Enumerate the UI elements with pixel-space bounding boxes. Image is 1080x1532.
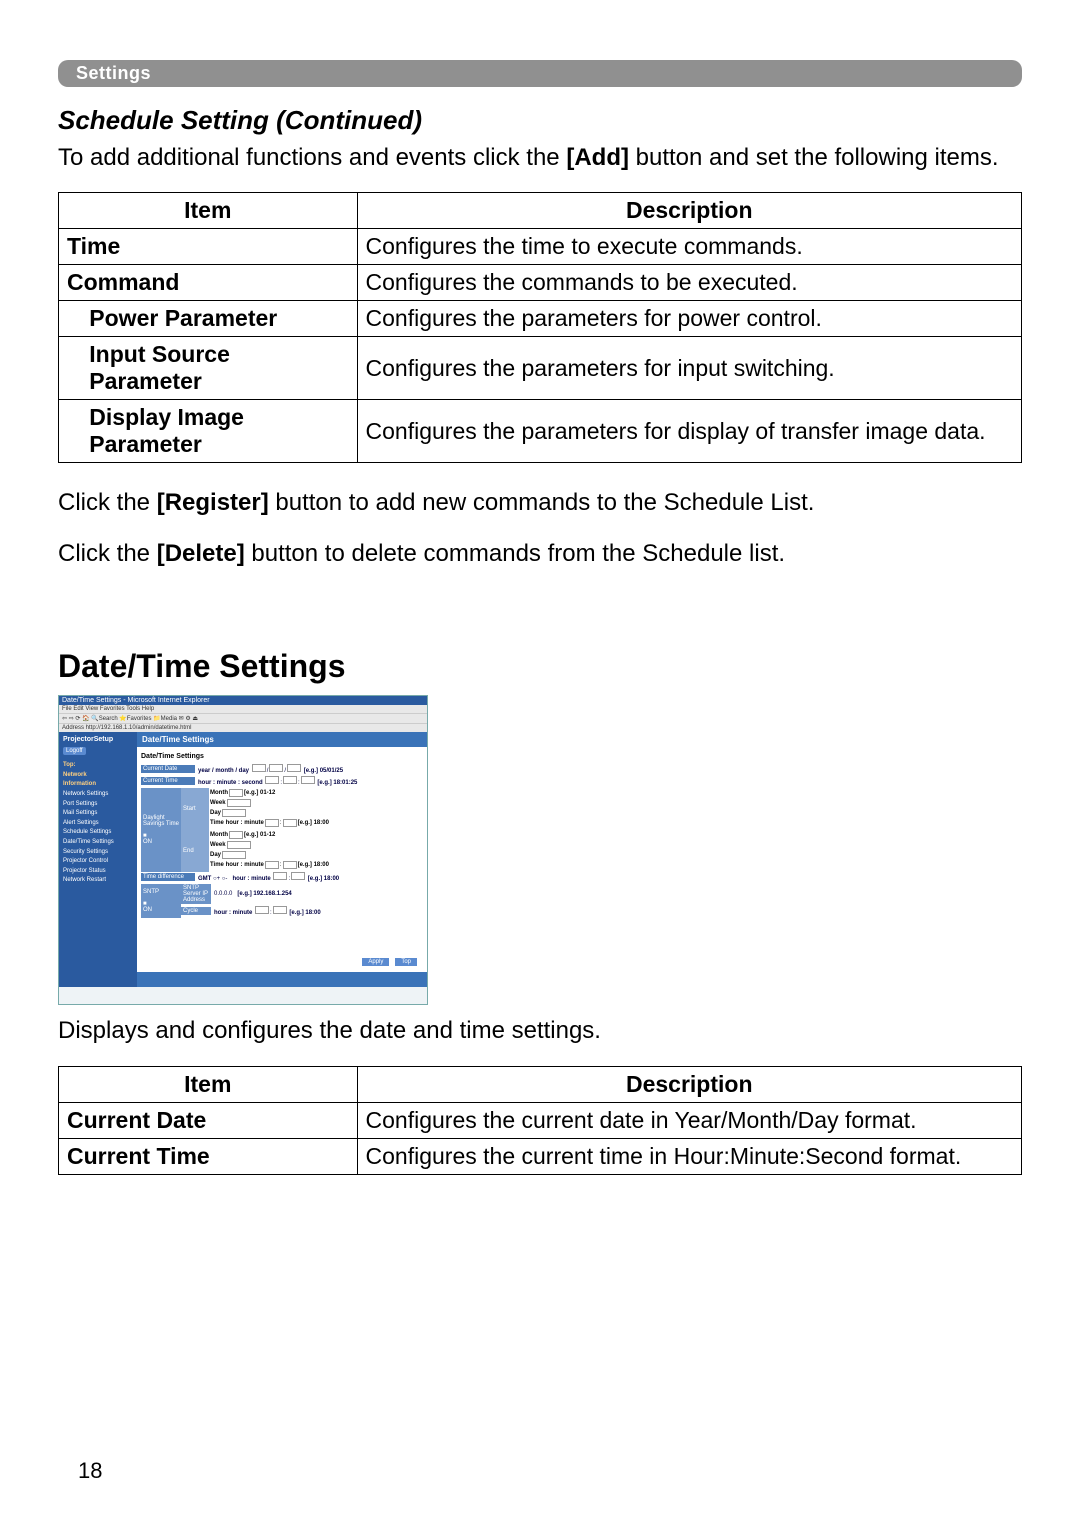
page-number: 18 <box>78 1458 102 1484</box>
ss-toolbar: ⇦ ⇨ ⟳ 🏠 🔍Search ⭐Favorites 📁Media ✉ ⚙ ⏏ <box>59 713 427 723</box>
th-item: Item <box>59 193 358 229</box>
section-title: Date/Time Settings <box>58 648 1022 685</box>
ss-menu: File Edit View Favorites Tools Help <box>59 705 427 713</box>
ss-window-title: Date/Time Settings - Microsoft Internet … <box>59 696 427 705</box>
th-desc: Description <box>357 193 1021 229</box>
th-desc2: Description <box>357 1066 1021 1102</box>
table-row: Input Source Parameter Configures the pa… <box>59 337 1022 400</box>
table-row: Power Parameter Configures the parameter… <box>59 301 1022 337</box>
apply-button[interactable]: Apply <box>362 958 389 966</box>
table-row: Current Date Configures the current date… <box>59 1102 1022 1138</box>
table-row: Command Configures the commands to be ex… <box>59 265 1022 301</box>
ss-main: Date/Time Settings Date/Time Settings Cu… <box>137 732 427 987</box>
breadcrumb-text: Settings <box>76 63 151 83</box>
post-image-text: Displays and configures the date and tim… <box>58 1015 1022 1047</box>
schedule-table: Item Description Time Configures the tim… <box>58 192 1022 463</box>
top-button[interactable]: Top <box>395 958 417 966</box>
datetime-table: Item Description Current Date Configures… <box>58 1066 1022 1175</box>
intro-text: To add additional functions and events c… <box>58 142 1022 174</box>
ss-nav: Top: Network Information Network Setting… <box>63 761 133 886</box>
table-row: Display Image Parameter Configures the p… <box>59 400 1022 463</box>
settings-screenshot: Date/Time Settings - Microsoft Internet … <box>58 695 428 1005</box>
ss-sidebar: ProjectorSetup Logoff Top: Network Infor… <box>59 732 137 987</box>
logoff-button[interactable]: Logoff <box>63 747 86 755</box>
section-subtitle: Schedule Setting (Continued) <box>58 105 1022 136</box>
note-delete: Click the [Delete] button to delete comm… <box>58 538 1022 570</box>
ss-address: Address http://192.168.1.10/admin/dateti… <box>59 723 427 732</box>
table-row: Current Time Configures the current time… <box>59 1138 1022 1174</box>
th-item2: Item <box>59 1066 358 1102</box>
table-row: Time Configures the time to execute comm… <box>59 229 1022 265</box>
note-register: Click the [Register] button to add new c… <box>58 487 1022 519</box>
breadcrumb-bar: Settings <box>58 60 1022 87</box>
